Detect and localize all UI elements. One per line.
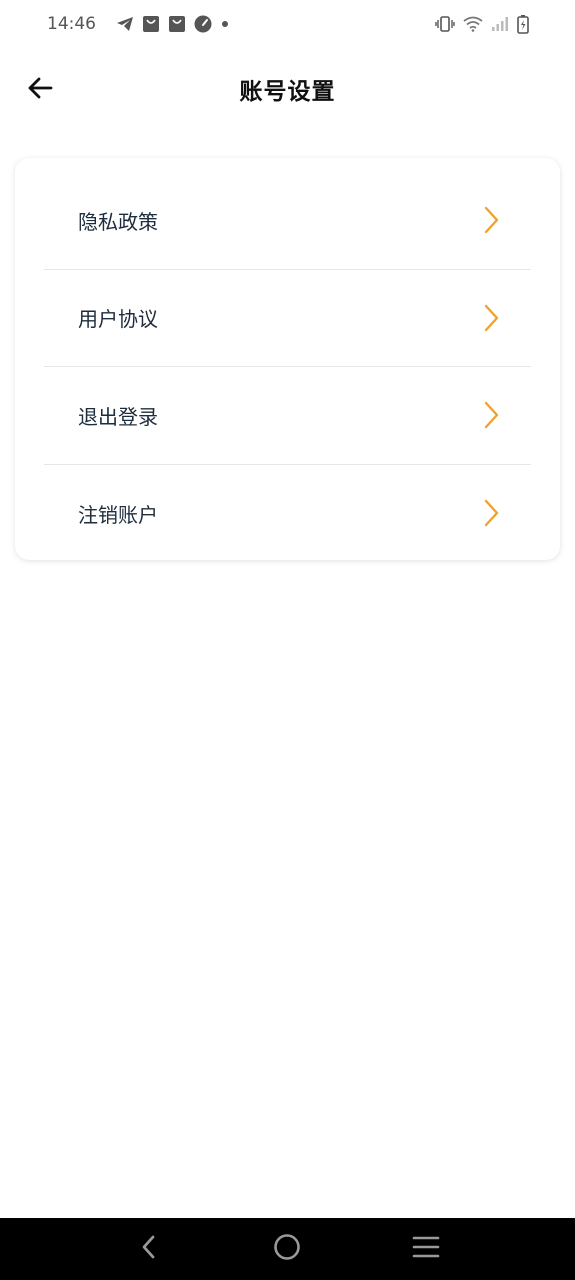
battery-charging-icon bbox=[517, 14, 529, 34]
back-button[interactable] bbox=[22, 72, 58, 108]
vibrate-icon bbox=[435, 16, 455, 32]
user-agreement-item[interactable]: 用户协议 bbox=[44, 270, 531, 367]
chevron-right-icon bbox=[481, 304, 501, 332]
telegram-icon bbox=[116, 16, 134, 32]
signal-icon bbox=[491, 16, 509, 32]
speedometer-icon bbox=[194, 15, 212, 33]
status-bar: 14:46 bbox=[0, 0, 575, 48]
menu-lines-icon bbox=[411, 1234, 441, 1264]
wifi-icon bbox=[463, 16, 483, 32]
logout-item[interactable]: 退出登录 bbox=[44, 367, 531, 465]
chevron-right-icon bbox=[481, 499, 501, 527]
home-circle-icon bbox=[272, 1232, 302, 1266]
menu-item-label: 注销账户 bbox=[78, 502, 158, 527]
shopping-bag-icon bbox=[142, 15, 160, 33]
menu-item-label: 隐私政策 bbox=[78, 209, 158, 234]
menu-item-label: 退出登录 bbox=[78, 404, 158, 429]
status-right bbox=[435, 14, 529, 34]
settings-card: 隐私政策 用户协议 退出登录 注销账户 bbox=[15, 158, 560, 560]
header: 账号设置 bbox=[0, 60, 575, 118]
page-title: 账号设置 bbox=[239, 79, 336, 105]
shopping-bag-icon bbox=[168, 15, 186, 33]
menu-item-label: 用户协议 bbox=[78, 307, 158, 332]
account-settings-screen: 14:46 账号设置 隐私政策 用户协议 退出登录 注销账户 bbox=[0, 0, 575, 1280]
nav-home-button[interactable] bbox=[262, 1224, 312, 1274]
chevron-right-icon bbox=[481, 401, 501, 429]
nav-menu-button[interactable] bbox=[401, 1224, 451, 1274]
status-time: 14:46 bbox=[47, 14, 96, 34]
dot-icon bbox=[220, 19, 230, 29]
back-triangle-icon bbox=[139, 1233, 159, 1265]
arrow-left-icon bbox=[26, 76, 54, 104]
privacy-policy-item[interactable]: 隐私政策 bbox=[44, 172, 531, 270]
nav-back-button[interactable] bbox=[124, 1224, 174, 1274]
chevron-right-icon bbox=[481, 206, 501, 234]
system-nav-bar bbox=[0, 1218, 575, 1280]
delete-account-item[interactable]: 注销账户 bbox=[44, 465, 531, 563]
status-left: 14:46 bbox=[47, 14, 230, 34]
